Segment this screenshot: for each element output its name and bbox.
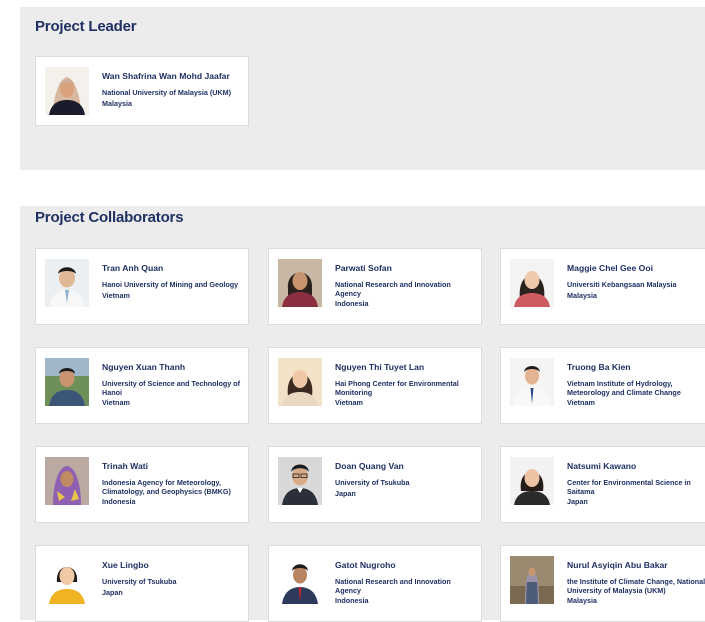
person-name: Maggie Chel Gee Ooi: [567, 263, 653, 273]
person-card[interactable]: Tran Anh Quan Hanoi University of Mining…: [35, 248, 249, 325]
person-country: Vietnam: [102, 290, 130, 300]
person-name: Doan Quang Van: [335, 461, 404, 471]
avatar: [510, 358, 554, 406]
person-country: Vietnam: [567, 398, 595, 408]
avatar: [278, 457, 322, 505]
person-country: Vietnam: [335, 398, 363, 408]
person-organization: Center for Environmental Science in Sait…: [567, 478, 691, 496]
person-country: Indonesia: [335, 299, 369, 309]
avatar: [278, 358, 322, 406]
avatar: [510, 457, 554, 505]
avatar: [45, 259, 89, 307]
person-card[interactable]: Maggie Chel Gee Ooi Universiti Kebangsaa…: [500, 248, 705, 325]
avatar: [45, 67, 89, 115]
avatar: [45, 556, 89, 604]
person-organization: University of Science and Technology of …: [102, 379, 241, 397]
person-organization: Hanoi University of Mining and Geology: [102, 280, 239, 289]
person-name: Parwati Sofan: [335, 263, 392, 273]
person-name: Nguyen Xuan Thanh: [102, 362, 186, 372]
avatar: [278, 556, 322, 604]
person-name: Wan Shafrina Wan Mohd Jaafar: [102, 71, 230, 81]
person-card[interactable]: Natsumi Kawano Center for Environmental …: [500, 446, 705, 523]
person-card[interactable]: Nguyen Thi Tuyet Lan Hai Phong Center fo…: [268, 347, 482, 424]
person-card[interactable]: Trinah Wati Indonesia Agency for Meteoro…: [35, 446, 249, 523]
avatar: [278, 259, 322, 307]
person-country: Indonesia: [102, 497, 136, 507]
person-card[interactable]: Parwati Sofan National Research and Inno…: [268, 248, 482, 325]
collaborators-heading: Project Collaborators: [35, 209, 184, 226]
person-country: Malaysia: [567, 290, 597, 300]
person-organization: National Research and Innovation Agency: [335, 280, 451, 298]
person-organization: University of Tsukuba: [102, 577, 177, 586]
person-country: Indonesia: [335, 596, 369, 606]
person-name: Gatot Nugroho: [335, 560, 396, 570]
person-name: Truong Ba Kien: [567, 362, 631, 372]
person-card-leader[interactable]: Wan Shafrina Wan Mohd Jaafar National Un…: [35, 56, 249, 126]
person-name: Xue Lingbo: [102, 560, 149, 570]
person-country: Japan: [335, 488, 356, 498]
person-card[interactable]: Xue Lingbo University of Tsukuba Japan: [35, 545, 249, 622]
person-organization: University of Tsukuba: [335, 478, 410, 487]
person-country: Vietnam: [102, 398, 130, 408]
person-organization: Vietnam Institute of Hydrology, Meteorol…: [567, 379, 681, 397]
person-name: Trinah Wati: [102, 461, 148, 471]
person-name: Nguyen Thi Tuyet Lan: [335, 362, 425, 372]
person-organization: Indonesia Agency for Meteorology, Climat…: [102, 478, 231, 496]
person-organization: Hai Phong Center for Environmental Monit…: [335, 379, 459, 397]
person-card[interactable]: Truong Ba Kien Vietnam Institute of Hydr…: [500, 347, 705, 424]
person-card[interactable]: Nurul Asyiqin Abu Bakar the Institute of…: [500, 545, 705, 622]
person-organization: the Institute of Climate Change, Nationa…: [567, 577, 705, 595]
avatar: [45, 457, 89, 505]
person-country: Malaysia: [102, 98, 132, 108]
person-organization: Universiti Kebangsaan Malaysia: [567, 280, 677, 289]
avatar: [510, 259, 554, 307]
person-country: Japan: [567, 497, 588, 507]
person-card[interactable]: Doan Quang Van University of Tsukuba Jap…: [268, 446, 482, 523]
person-name: Natsumi Kawano: [567, 461, 637, 471]
person-organization: National Research and Innovation Agency: [335, 577, 451, 595]
person-organization: National University of Malaysia (UKM): [102, 88, 232, 97]
person-card[interactable]: Gatot Nugroho National Research and Inno…: [268, 545, 482, 622]
person-name: Tran Anh Quan: [102, 263, 164, 273]
person-name: Nurul Asyiqin Abu Bakar: [567, 560, 668, 570]
person-country: Japan: [102, 587, 123, 597]
avatar: [510, 556, 554, 604]
avatar: [45, 358, 89, 406]
person-country: Malaysia: [567, 596, 597, 606]
person-card[interactable]: Nguyen Xuan Thanh University of Science …: [35, 347, 249, 424]
leader-heading: Project Leader: [35, 18, 137, 35]
